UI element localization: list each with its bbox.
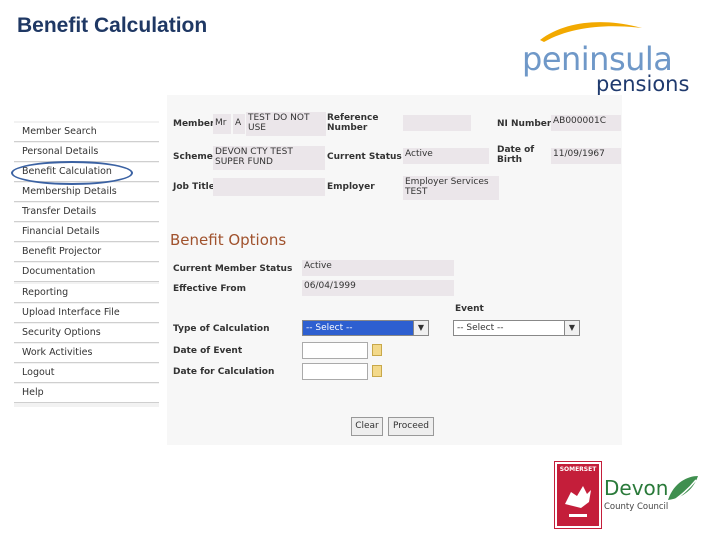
ni-number-value: AB000001C xyxy=(551,115,621,131)
sidebar-item-transfer-details[interactable]: Transfer Details xyxy=(14,203,159,222)
sidebar-item-logout[interactable]: Logout xyxy=(14,364,159,383)
devon-word: Devon xyxy=(604,476,669,500)
somerset-word: SOMERSET xyxy=(559,466,597,473)
employer-value: Employer Services TEST xyxy=(403,176,499,200)
sidebar-item-work-activities[interactable]: Work Activities xyxy=(14,344,159,363)
dragon-icon xyxy=(565,486,591,517)
sidebar-item-upload-interface-file[interactable]: Upload Interface File xyxy=(14,304,159,323)
type-of-calculation-selected: -- Select -- xyxy=(306,323,353,333)
slide-title: Benefit Calculation xyxy=(17,14,208,37)
benefit-calculation-form: Member Mr A TEST DO NOT USE Reference Nu… xyxy=(167,95,622,445)
date-for-calculation-label: Date for Calculation xyxy=(173,367,275,377)
date-of-birth-value: 11/09/1967 xyxy=(551,148,621,164)
date-of-birth-label: Date of Birth xyxy=(497,145,535,165)
date-of-event-label: Date of Event xyxy=(173,346,243,356)
type-of-calculation-label: Type of Calculation xyxy=(173,324,270,334)
sidebar-item-personal-details[interactable]: Personal Details xyxy=(14,143,159,162)
sidebar-item-member-search[interactable]: Member Search xyxy=(14,123,159,142)
scheme-value: DEVON CTY TEST SUPER FUND xyxy=(213,146,325,170)
event-selected: -- Select -- xyxy=(457,323,504,333)
current-status-value: Active xyxy=(403,148,489,164)
benefit-options-heading: Benefit Options xyxy=(170,231,287,249)
somerset-logo: SOMERSET xyxy=(554,461,602,529)
current-member-status-value: Active xyxy=(302,260,454,276)
event-select[interactable]: -- Select -- ▼ xyxy=(453,320,580,336)
sidebar-item-documentation[interactable]: Documentation xyxy=(14,263,159,282)
leaf-icon xyxy=(668,476,698,503)
sidebar-item-help[interactable]: Help xyxy=(14,384,159,403)
chevron-down-icon: ▼ xyxy=(413,321,428,335)
employer-label: Employer xyxy=(327,182,375,192)
calendar-icon[interactable] xyxy=(372,365,382,377)
county-council-word: County Council xyxy=(604,502,669,512)
member-initial-value: A xyxy=(233,114,245,134)
peninsula-pensions-logo: peninsula pensions xyxy=(518,18,698,98)
date-for-calculation-input[interactable] xyxy=(302,363,368,380)
effective-from-value: 06/04/1999 xyxy=(302,280,454,296)
ni-number-label: NI Number xyxy=(497,119,552,129)
scheme-label: Scheme xyxy=(173,152,213,162)
sidebar-item-membership-details[interactable]: Membership Details xyxy=(14,183,159,202)
job-title-value xyxy=(213,178,325,196)
clear-button[interactable]: Clear xyxy=(351,417,383,436)
type-of-calculation-select[interactable]: -- Select -- ▼ xyxy=(302,320,429,336)
job-title-label: Job Title xyxy=(173,182,215,192)
pensions-word: pensions xyxy=(596,72,690,96)
date-of-event-input[interactable] xyxy=(302,342,368,359)
proceed-button[interactable]: Proceed xyxy=(388,417,434,436)
devon-county-council-logo: Devon County Council xyxy=(602,470,702,525)
member-label: Member xyxy=(173,119,215,129)
effective-from-label: Effective From xyxy=(173,284,246,294)
highlight-circle xyxy=(11,161,133,185)
sidebar-item-benefit-projector[interactable]: Benefit Projector xyxy=(14,243,159,262)
sidebar-item-security-options[interactable]: Security Options xyxy=(14,324,159,343)
member-name-value: TEST DO NOT USE xyxy=(246,112,326,136)
reference-number-label: Reference Number xyxy=(327,113,379,133)
member-title-value: Mr xyxy=(213,114,231,134)
chevron-down-icon: ▼ xyxy=(564,321,579,335)
reference-number-value xyxy=(403,115,471,131)
current-status-label: Current Status xyxy=(327,152,402,162)
event-label: Event xyxy=(455,304,484,314)
calendar-icon[interactable] xyxy=(372,344,382,356)
sidebar-item-reporting[interactable]: Reporting xyxy=(14,284,159,303)
sidebar-item-financial-details[interactable]: Financial Details xyxy=(14,223,159,242)
current-member-status-label: Current Member Status xyxy=(173,264,293,274)
